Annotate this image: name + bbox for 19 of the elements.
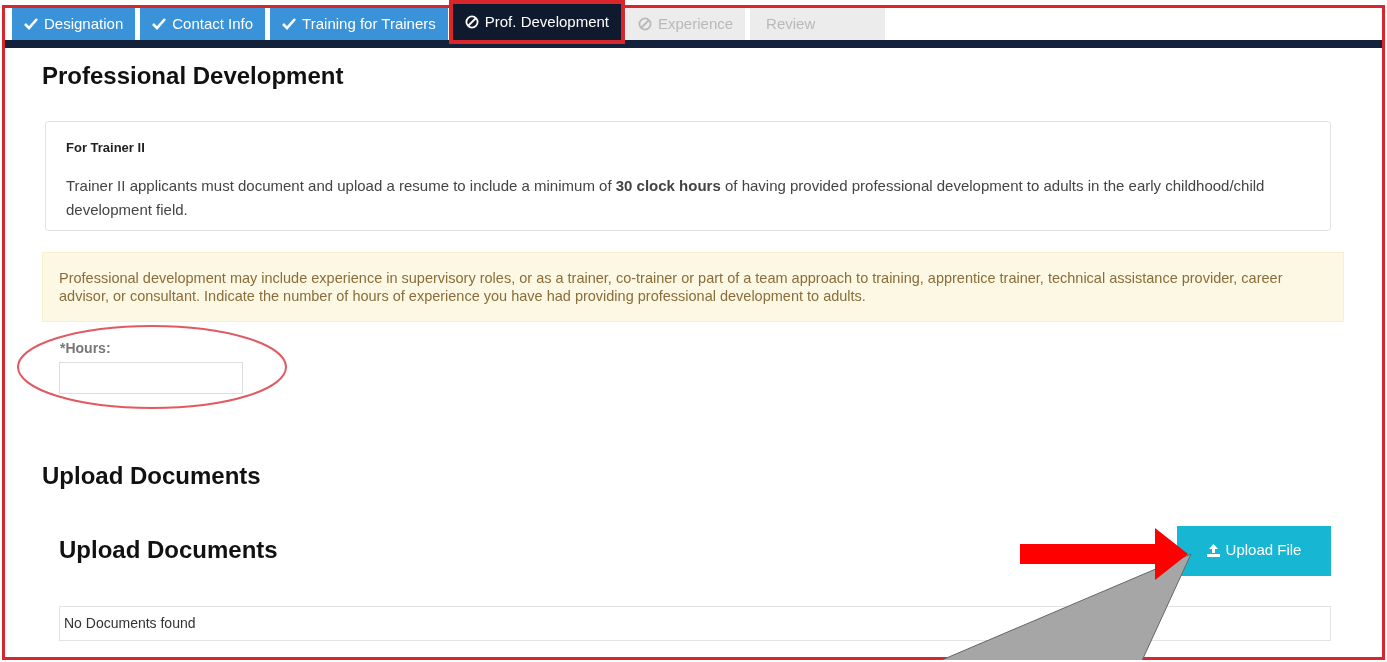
check-icon: [282, 17, 297, 31]
page-title: Professional Development: [42, 62, 345, 91]
notice-alert: Professional development may include experience in supervisory roles, or as a trainer, co-trainer or part of a team approach to training, apprentice trainer, technical assistance provider, career advisor, or consultant. Indicate the number of hours of experience you have had providing professional development to adults.: [42, 251, 1344, 322]
ban-icon: [464, 15, 479, 29]
check-icon: [152, 17, 167, 31]
empty-message: No Documents found: [59, 605, 1331, 641]
upload-button[interactable]: Upload File: [1177, 525, 1331, 576]
upload-icon: [1206, 544, 1220, 558]
hours-label: *Hours:: [60, 338, 111, 358]
card-title: For Trainer II: [66, 138, 146, 157]
section-title: Upload Documents: [42, 461, 262, 491]
step-tab[interactable]: Designation: [12, 8, 136, 40]
step-tab[interactable]: Contact Info: [140, 8, 266, 40]
check-icon: [24, 17, 38, 31]
hours-input[interactable]: [59, 361, 243, 394]
panel-title: Upload Documents: [59, 536, 278, 565]
ban-icon: [638, 17, 652, 31]
card-text: Trainer II applicants must document and upload a resume to include a minimum of 30 clock hours of having provided professional development to adults in the early childhood/child development field.: [66, 175, 1266, 220]
step-tab[interactable]: Training for Trainers: [270, 8, 448, 40]
